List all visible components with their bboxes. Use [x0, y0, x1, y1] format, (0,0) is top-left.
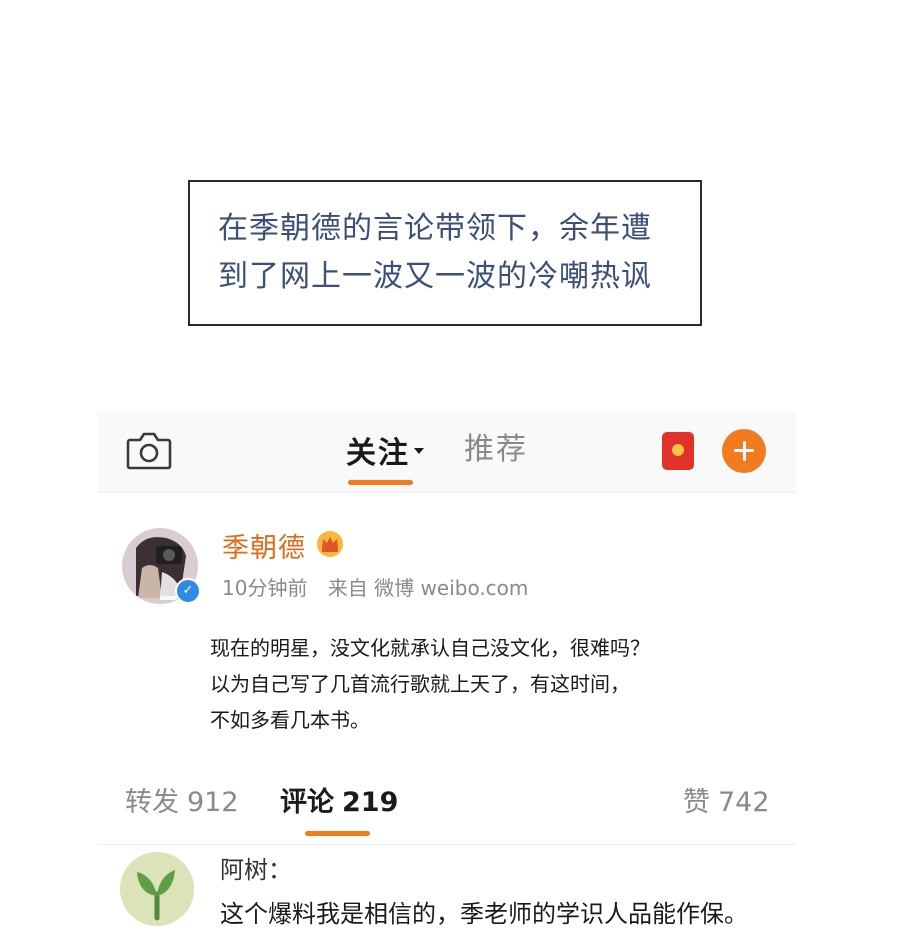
comment-count: 219	[342, 787, 399, 818]
caret-down-icon	[414, 448, 424, 454]
post-line-3: 不如多看几本书。	[210, 708, 370, 732]
tab-recommend[interactable]: 推荐	[464, 430, 528, 470]
repost-count: 912	[187, 787, 239, 818]
repost-label: 转发	[125, 787, 179, 818]
comment-text: 这个爆料我是相信的，季老师的学识人品能作保。	[220, 900, 748, 928]
plus-button[interactable]	[722, 429, 766, 473]
like-tab[interactable]: 赞 742	[683, 786, 770, 820]
post-line-2: 以为自己写了几首流行歌就上天了，有这时间，	[210, 672, 630, 696]
verified-icon: ✓	[175, 578, 201, 604]
red-packet-coin	[672, 444, 684, 456]
post-username[interactable]: 季朝德	[222, 526, 306, 565]
comment-tab[interactable]: 评论 219	[280, 786, 398, 820]
tab-follow-label: 关注	[346, 436, 410, 471]
sprout-icon	[120, 852, 194, 926]
post-source: 来自 微博 weibo.com	[327, 576, 529, 600]
active-tab-indicator	[348, 480, 413, 485]
comment-label: 评论	[280, 787, 334, 818]
comment-avatar[interactable]	[120, 852, 194, 926]
post-line-1: 现在的明星，没文化就承认自己没文化，很难吗？	[210, 636, 650, 660]
post-meta: 10分钟前 来自 微博 weibo.com	[222, 572, 542, 601]
narration-caption-box: 在季朝德的言论带领下，余年遭 到了网上一波又一波的冷嘲热讽	[188, 180, 702, 326]
weibo-card: 关注 推荐 ✓ 季朝德 10分钟前 来自 微博 weibo.com 现在的明星，…	[98, 412, 796, 933]
like-count: 742	[718, 787, 770, 818]
caption-line-1: 在季朝德的言论带领下，余年遭	[218, 211, 652, 246]
crown-icon	[317, 531, 343, 557]
caption-line-2: 到了网上一波又一波的冷嘲热讽	[218, 259, 652, 294]
comment-author[interactable]: 阿树：	[220, 850, 292, 885]
post-time: 10分钟前	[222, 576, 308, 600]
repost-tab[interactable]: 转发 912	[125, 786, 239, 820]
tab-follow[interactable]: 关注	[346, 430, 424, 471]
divider	[98, 844, 796, 845]
red-packet-icon[interactable]	[662, 432, 694, 470]
post-body: 现在的明星，没文化就承认自己没文化，很难吗？ 以为自己写了几首流行歌就上天了，有…	[210, 630, 770, 738]
like-label: 赞	[683, 787, 710, 818]
comment-tab-indicator	[305, 831, 370, 836]
camera-icon[interactable]	[126, 430, 172, 470]
top-navigation-bar: 关注 推荐	[98, 412, 796, 493]
